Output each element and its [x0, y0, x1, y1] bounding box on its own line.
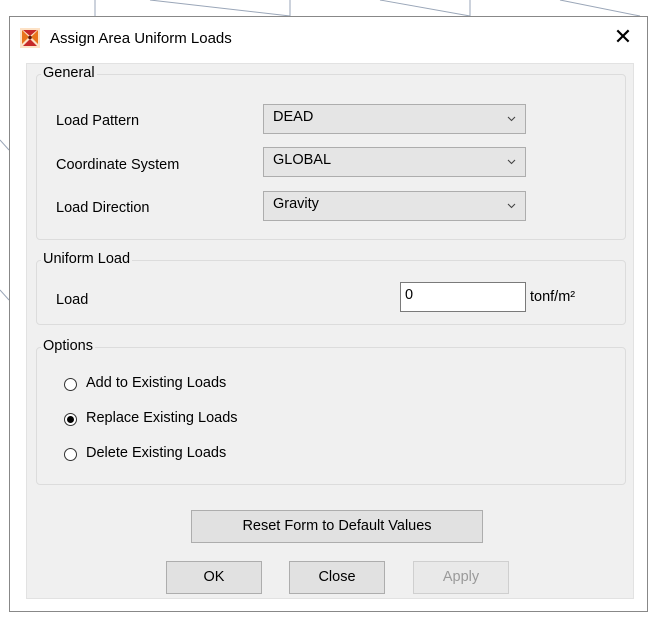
- delete-radio[interactable]: [64, 448, 77, 461]
- close-icon[interactable]: ✕: [609, 23, 637, 51]
- load-direction-dropdown[interactable]: Gravity: [263, 191, 526, 221]
- load-label: Load: [56, 292, 89, 308]
- ok-button[interactable]: OK: [166, 561, 262, 594]
- selected-dot-icon: [67, 416, 74, 423]
- load-pattern-label: Load Pattern: [56, 113, 140, 129]
- close-button[interactable]: Close: [289, 561, 385, 594]
- delete-label: Delete Existing Loads: [86, 445, 227, 461]
- replace-existing-loads-option[interactable]: Replace Existing Loads: [64, 410, 294, 432]
- load-pattern-dropdown[interactable]: DEAD: [263, 104, 526, 134]
- uniform-load-legend: Uniform Load: [41, 251, 133, 267]
- add-radio[interactable]: [64, 378, 77, 391]
- options-group: Options Add to Existing Loads Replace Ex…: [36, 338, 626, 485]
- load-pattern-value: DEAD: [273, 109, 314, 125]
- dialog-title: Assign Area Uniform Loads: [50, 30, 232, 47]
- options-legend: Options: [41, 338, 95, 354]
- coordinate-system-label: Coordinate System: [56, 157, 180, 173]
- coordinate-system-value: GLOBAL: [273, 152, 332, 168]
- assign-area-uniform-loads-dialog: Assign Area Uniform Loads ✕ General Load…: [9, 16, 648, 612]
- load-direction-value: Gravity: [273, 196, 319, 212]
- dialog-body: General Load Pattern DEAD Coordinate Sys…: [26, 63, 634, 599]
- coordinate-system-dropdown[interactable]: GLOBAL: [263, 147, 526, 177]
- add-label: Add to Existing Loads: [86, 375, 227, 391]
- replace-label: Replace Existing Loads: [86, 410, 238, 426]
- chevron-down-icon: [507, 203, 516, 209]
- general-legend: General: [41, 65, 97, 81]
- chevron-down-icon: [507, 116, 516, 122]
- title-bar: Assign Area Uniform Loads ✕: [10, 17, 647, 59]
- chevron-down-icon: [507, 159, 516, 165]
- delete-existing-loads-option[interactable]: Delete Existing Loads: [64, 445, 294, 467]
- uniform-load-group: Uniform Load Load 0 tonf/m²: [36, 251, 626, 325]
- reset-form-button[interactable]: Reset Form to Default Values: [191, 510, 483, 543]
- load-unit-label: tonf/m²: [530, 289, 576, 305]
- load-direction-label: Load Direction: [56, 200, 150, 216]
- apply-button[interactable]: Apply: [413, 561, 509, 594]
- replace-radio[interactable]: [64, 413, 77, 426]
- etabs-app-icon: [20, 28, 40, 48]
- add-to-existing-loads-option[interactable]: Add to Existing Loads: [64, 375, 294, 397]
- general-group: General Load Pattern DEAD Coordinate Sys…: [36, 65, 626, 240]
- load-value: 0: [405, 287, 414, 303]
- load-value-input[interactable]: 0: [400, 282, 526, 312]
